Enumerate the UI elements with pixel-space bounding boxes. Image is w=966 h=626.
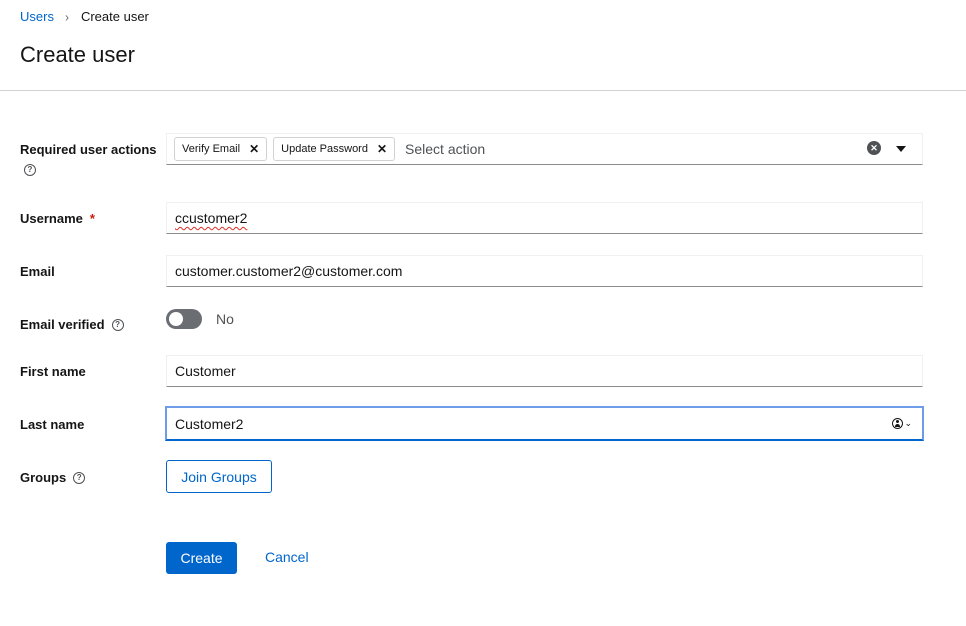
chip-remove-icon[interactable]: ✕ [377,142,387,156]
email-verified-label: Email verified ? [20,317,124,332]
groups-label: Groups ? [20,470,86,485]
username-input[interactable]: ccustomer2 [166,202,923,234]
autofill-person-icon[interactable]: ⌄ [892,418,912,429]
username-value: ccustomer2 [175,210,248,226]
groups-help-icon[interactable]: ? [73,471,86,484]
toggle-knob [169,312,183,326]
required-asterisk: * [89,211,95,226]
breadcrumb-current: Create user [80,9,149,24]
breadcrumb-users-link[interactable]: Users [20,9,54,24]
chip-remove-icon[interactable]: ✕ [249,142,259,156]
required-actions-help-icon[interactable]: ? [24,164,36,176]
caret-down-icon[interactable] [896,146,906,152]
cancel-link[interactable]: Cancel [265,549,309,565]
select-action-placeholder[interactable]: Select action [405,141,485,157]
chevron-right-icon: › [64,8,69,25]
email-input[interactable]: customer.customer2@customer.com [166,255,923,287]
email-value: customer.customer2@customer.com [175,263,403,279]
last-name-label: Last name [20,417,85,432]
first-name-label: First name [20,364,86,379]
join-groups-button[interactable]: Join Groups [166,460,272,493]
page-header: Users › Create user Create user [0,0,966,91]
clear-circle-icon[interactable]: ✕ [867,141,881,155]
chip-update-password: Update Password ✕ [273,137,396,161]
required-actions-label: Required user actions [20,142,157,157]
chevron-down-icon: ⌄ [904,418,912,428]
email-verified-state: No [216,311,234,327]
chip-verify-email: Verify Email ✕ [174,137,268,161]
email-label: Email [20,264,55,279]
last-name-input[interactable]: Customer2 ⌄ [165,406,924,441]
last-name-value: Customer2 [175,415,244,432]
breadcrumb: Users › Create user [20,9,149,24]
create-button[interactable]: Create [166,542,237,574]
email-verified-toggle[interactable] [166,309,202,329]
username-label: Username * [20,211,95,226]
required-actions-select[interactable]: Verify Email ✕ Update Password ✕ Select … [166,133,923,165]
email-verified-help-icon[interactable]: ? [111,318,124,331]
first-name-value: Customer [175,363,236,379]
page-title: Create user [20,42,135,67]
first-name-input[interactable]: Customer [166,355,923,387]
